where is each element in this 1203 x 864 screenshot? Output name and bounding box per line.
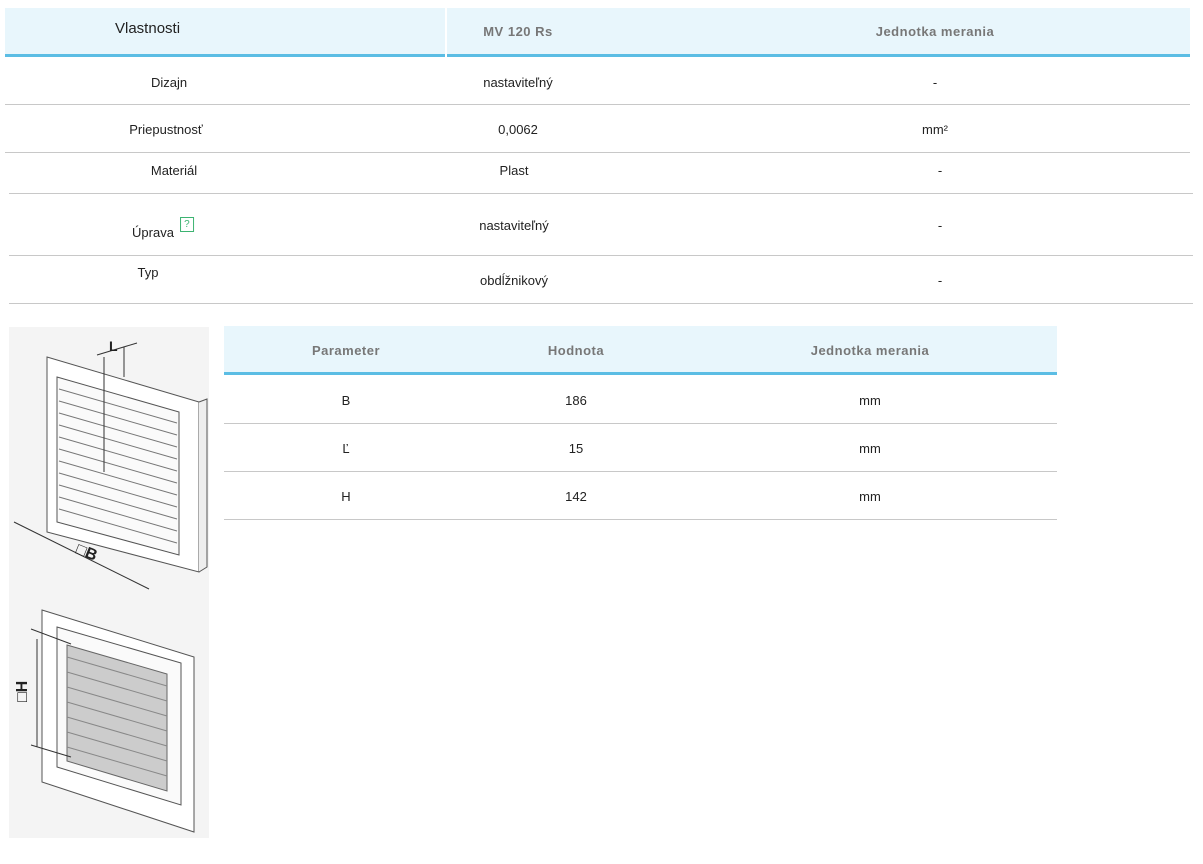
dim-value: 142 [565, 489, 587, 504]
prop-unit: - [938, 273, 942, 288]
header-model: MV 120 Rs [483, 24, 553, 39]
header-unit: Jednotka merania [876, 24, 995, 39]
row-divider [224, 471, 1057, 472]
row-divider [9, 193, 1193, 194]
grille-louvered-drawing [14, 343, 207, 589]
dim-unit: mm [859, 489, 881, 504]
prop-name: Dizajn [151, 75, 187, 90]
prop-name: Typ [138, 265, 159, 280]
prop-unit: - [933, 75, 937, 90]
header-unit: Jednotka merania [811, 343, 930, 358]
dim-param: Ľ [342, 441, 349, 456]
header-cell [5, 8, 445, 57]
help-icon[interactable]: ? [180, 217, 194, 232]
dim-param: H [341, 489, 350, 504]
product-drawing: L □B □H [9, 327, 209, 838]
header-parameter: Parameter [312, 343, 380, 358]
row-divider [224, 519, 1057, 520]
row-divider [5, 152, 1190, 153]
prop-value: nastaviteľný [479, 218, 549, 233]
prop-unit: - [938, 163, 942, 178]
prop-name: Priepustnosť [129, 122, 203, 137]
svg-text:L: L [109, 338, 118, 354]
prop-value: Plast [500, 163, 529, 178]
header-value: Hodnota [548, 343, 604, 358]
prop-value: 0,0062 [498, 122, 538, 137]
prop-name-text: Úprava [132, 225, 174, 240]
dim-value: 15 [569, 441, 583, 456]
header-properties: Vlastnosti [115, 20, 180, 37]
prop-value: obdĺžnikový [480, 273, 548, 288]
prop-name: Úprava? [132, 225, 194, 240]
svg-text:□H: □H [14, 681, 31, 702]
dim-unit: mm [859, 393, 881, 408]
dim-value: 186 [565, 393, 587, 408]
prop-unit: - [938, 218, 942, 233]
row-divider [224, 423, 1057, 424]
header-cell [447, 8, 1190, 57]
dim-unit: mm [859, 441, 881, 456]
row-divider [5, 104, 1190, 105]
row-divider [9, 303, 1193, 304]
prop-value: nastaviteľný [483, 75, 553, 90]
dim-param: B [342, 393, 351, 408]
row-divider [9, 255, 1193, 256]
prop-unit: mm² [922, 122, 948, 137]
prop-name: Materiál [151, 163, 197, 178]
grille-mesh-drawing [31, 610, 194, 832]
